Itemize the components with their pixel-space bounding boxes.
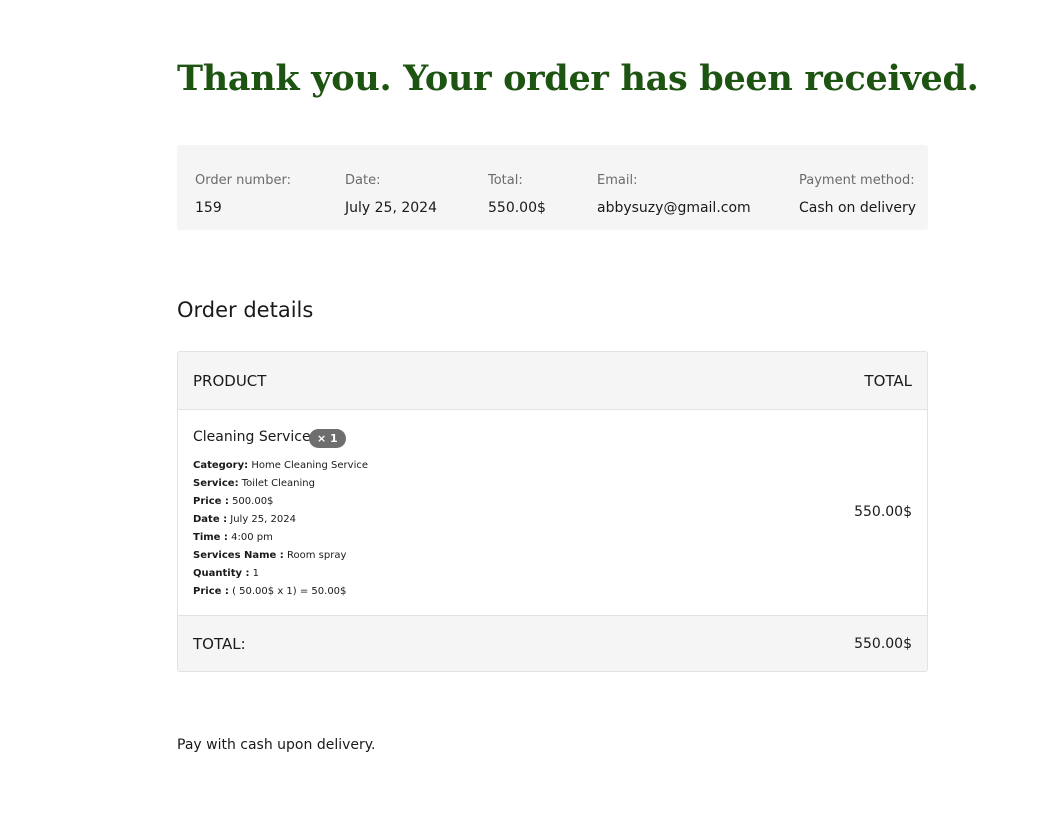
footer-total-label: TOTAL: [193, 635, 246, 653]
table-footer: TOTAL: 550.00$ [178, 615, 927, 671]
meta-value: July 25, 2024 [227, 514, 296, 525]
total-value: 550.00$ [488, 200, 546, 216]
total-label: Total: [488, 173, 523, 188]
meta-key: Quantity : [193, 568, 250, 579]
meta-key: Service: [193, 478, 239, 489]
meta-value: Home Cleaning Service [248, 460, 369, 471]
meta-value: 4:00 pm [227, 532, 273, 543]
overview-email: Email: abbysuzy@gmail.com [597, 172, 751, 217]
meta-services-name: Services Name : Room spray [193, 547, 368, 565]
meta-date: Date : July 25, 2024 [193, 511, 368, 529]
item-meta-list: Category: Home Cleaning Service Service:… [193, 457, 368, 601]
order-overview: Order number: 159 Date: July 25, 2024 To… [177, 145, 928, 230]
footer-total-value: 550.00$ [854, 636, 912, 652]
meta-key: Price : [193, 496, 229, 507]
payment-method-label: Payment method: [799, 173, 915, 188]
meta-key: Date : [193, 514, 228, 525]
overview-total: Total: 550.00$ [488, 172, 546, 217]
payment-method-value: Cash on delivery [799, 200, 917, 216]
date-value: July 25, 2024 [345, 200, 437, 216]
meta-key: Time : [193, 532, 228, 543]
order-details-table: PRODUCT TOTAL Cleaning Service × 1 Categ… [177, 351, 928, 672]
page-title: Thank you. Your order has been received. [177, 58, 979, 99]
meta-price: Price : 500.00$ [193, 493, 368, 511]
meta-time: Time : 4:00 pm [193, 529, 368, 547]
overview-order-number: Order number: 159 [195, 172, 291, 217]
quantity-badge: × 1 [309, 429, 346, 448]
meta-value: 1 [249, 568, 260, 579]
table-header: PRODUCT TOTAL [178, 352, 927, 410]
meta-key: Category: [193, 460, 249, 471]
date-label: Date: [345, 173, 381, 188]
overview-payment-method: Payment method: Cash on delivery [799, 172, 916, 217]
meta-category: Category: Home Cleaning Service [193, 457, 368, 475]
overview-date: Date: July 25, 2024 [345, 172, 437, 217]
email-label: Email: [597, 173, 638, 188]
order-number-label: Order number: [195, 173, 291, 188]
meta-quantity: Quantity : 1 [193, 565, 368, 583]
product-column-header: PRODUCT [193, 372, 267, 390]
order-number-value: 159 [195, 200, 222, 216]
order-details-heading: Order details [177, 298, 314, 322]
meta-value: Toilet Cleaning [238, 478, 315, 489]
meta-extra-price: Price : ( 50.00$ x 1) = 50.00$ [193, 583, 368, 601]
total-column-header: TOTAL [864, 372, 912, 390]
meta-value: Room spray [283, 550, 347, 561]
payment-note: Pay with cash upon delivery. [177, 737, 376, 753]
meta-key: Price : [193, 586, 229, 597]
item-total: 550.00$ [854, 504, 912, 520]
meta-value: ( 50.00$ x 1) = 50.00$ [228, 586, 347, 597]
email-value: abbysuzy@gmail.com [597, 200, 751, 216]
product-name: Cleaning Service [193, 429, 311, 445]
meta-service: Service: Toilet Cleaning [193, 475, 368, 493]
table-row: Cleaning Service × 1 Category: Home Clea… [178, 410, 927, 615]
meta-key: Services Name : [193, 550, 284, 561]
meta-value: 500.00$ [228, 496, 274, 507]
order-received-page: Thank you. Your order has been received.… [0, 0, 1042, 816]
